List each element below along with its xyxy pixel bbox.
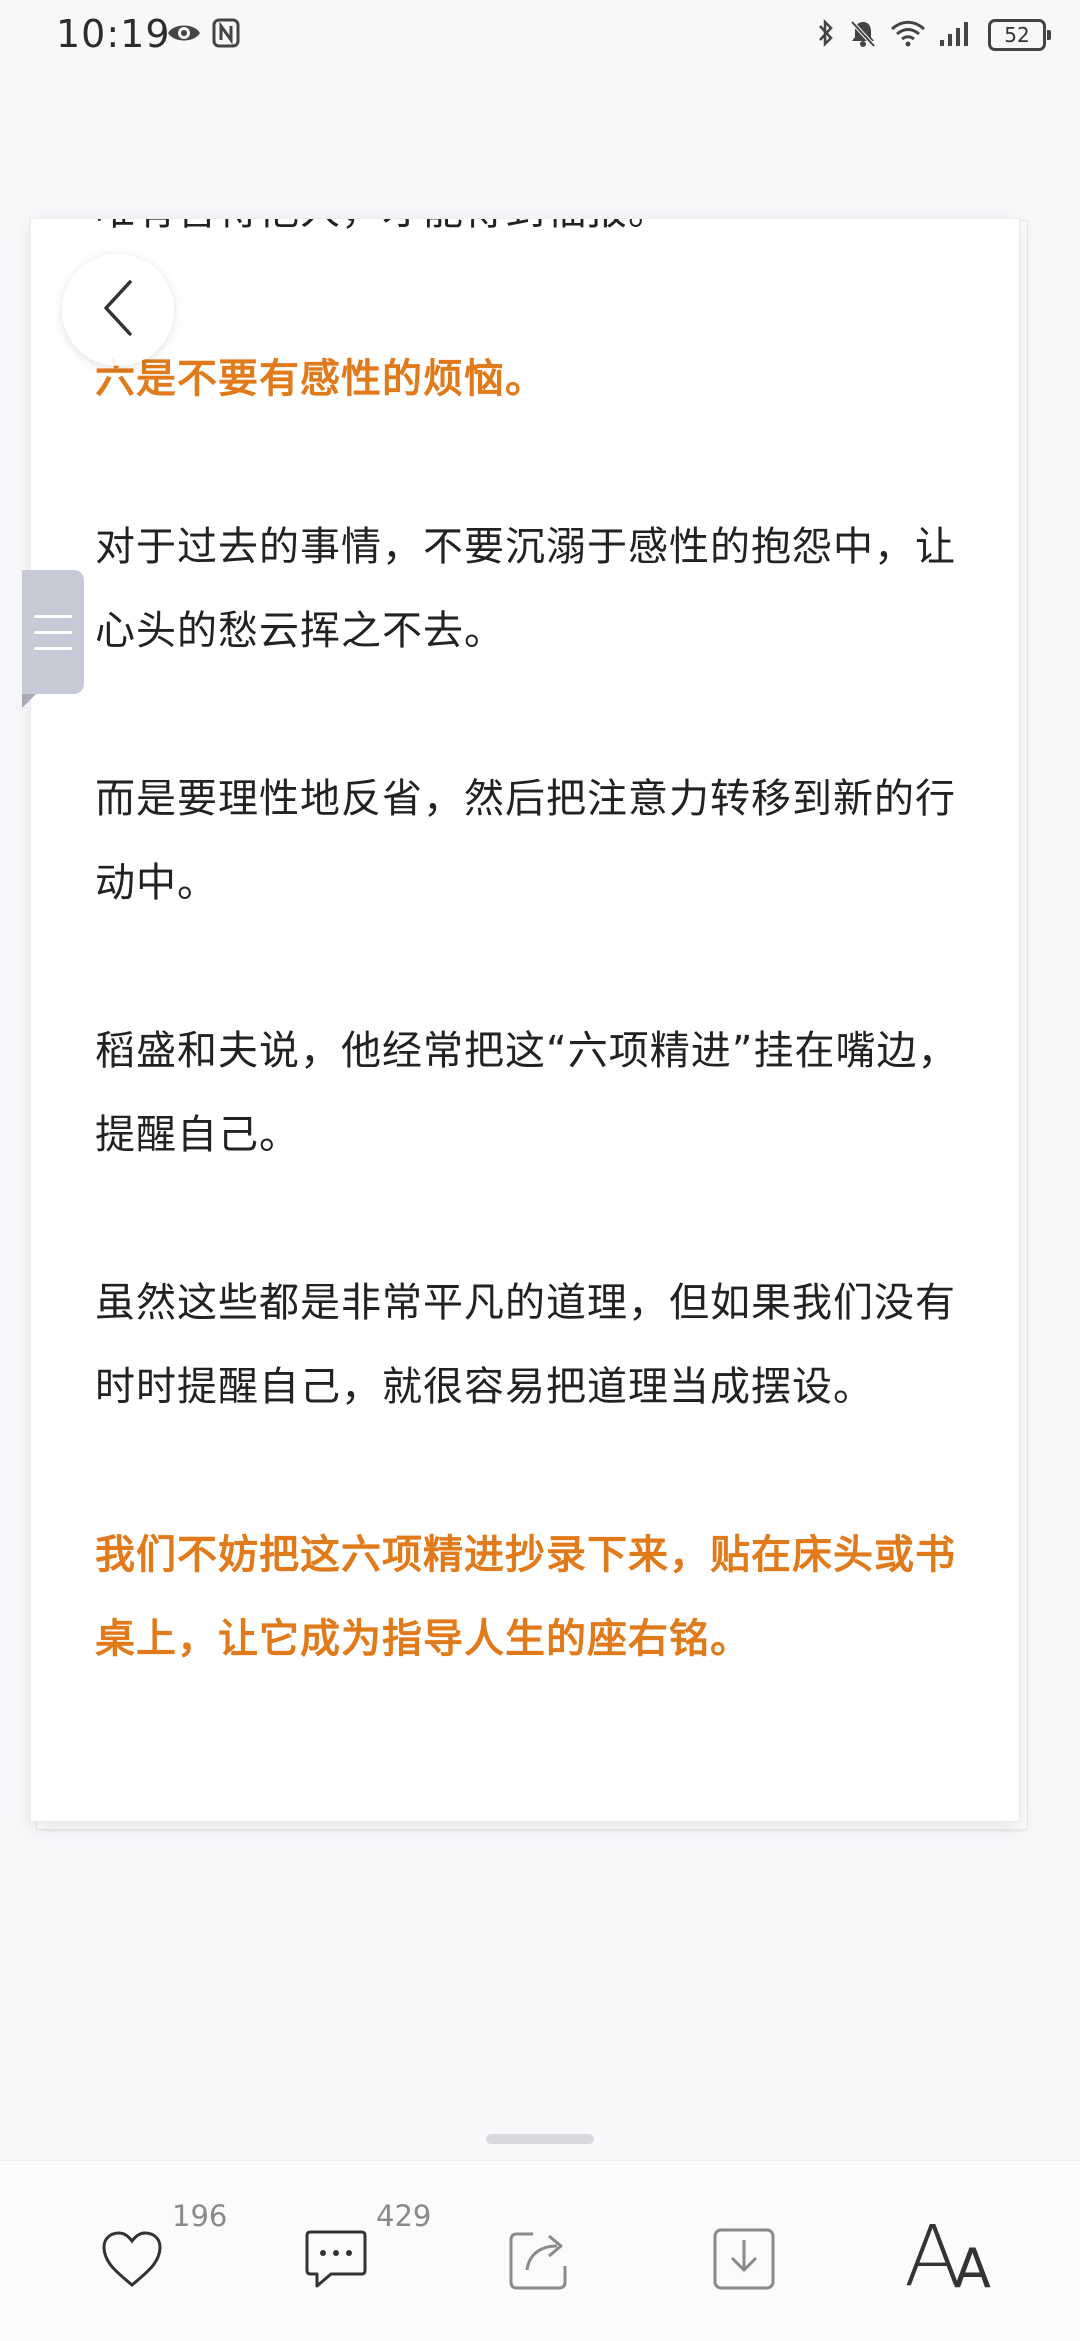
font-size-small-letter: A: [954, 2237, 991, 2300]
comment-button[interactable]: [296, 2221, 376, 2301]
side-menu-tab[interactable]: [22, 570, 84, 694]
heart-icon: [100, 2229, 164, 2293]
mute-bell-icon: [848, 18, 878, 52]
wifi-icon: [890, 19, 926, 51]
menu-line: [34, 630, 72, 634]
bottom-action-bar: 196 429 A A: [0, 2160, 1080, 2341]
eye-icon: [166, 19, 202, 51]
back-button[interactable]: [62, 254, 174, 366]
share-button[interactable]: [500, 2221, 580, 2301]
status-time: 10:19: [56, 12, 171, 56]
paragraph-4: 稻盛和夫说，他经常把这“六项精进”挂在嘴边，提醒自己。: [95, 1028, 959, 1158]
paragraph-3: 而是要理性地反省，然后把注意力转移到新的行动中。: [95, 776, 956, 906]
chevron-left-icon: [98, 278, 138, 342]
battery-indicator: 52: [988, 19, 1051, 51]
like-count: 196: [172, 2199, 228, 2233]
status-right-icons: 52: [816, 18, 1051, 52]
download-button[interactable]: [704, 2221, 784, 2301]
menu-line: [34, 646, 72, 650]
article-body: 唯有善待他人，才能得到福报。 六是不要有感性的烦恼。 对于过去的事情，不要沉溺于…: [95, 219, 975, 1765]
like-button[interactable]: [92, 2221, 172, 2301]
share-icon: [507, 2226, 573, 2296]
paragraph-5: 虽然这些都是非常平凡的道理，但如果我们没有时时提醒自己，就很容易把道理当成摆设。: [95, 1280, 956, 1410]
drag-handle[interactable]: [486, 2134, 594, 2144]
status-bar: 10:19 52: [0, 0, 1080, 76]
paragraph-highlight-1: 六是不要有感性的烦恼。: [95, 356, 546, 402]
download-icon: [711, 2226, 777, 2296]
menu-line: [34, 614, 72, 618]
article-page[interactable]: 唯有善待他人，才能得到福报。 六是不要有感性的烦恼。 对于过去的事情，不要沉溺于…: [30, 218, 1020, 1822]
comment-icon: [303, 2228, 369, 2294]
paragraph-highlight-6: 我们不妨把这六项精进抄录下来，贴在床头或书桌上，让它成为指导人生的座右铭。: [95, 1532, 956, 1662]
paragraph-2: 对于过去的事情，不要沉溺于感性的抱怨中，让心头的愁云挥之不去。: [95, 524, 956, 654]
signal-4g-icon: [938, 18, 976, 52]
status-left-icons: [166, 18, 240, 52]
font-size-large-letter: A: [904, 2207, 962, 2305]
bluetooth-icon: [816, 18, 836, 52]
font-size-button[interactable]: A A: [904, 2207, 1000, 2307]
comment-count: 429: [376, 2199, 432, 2233]
partial-paragraph: 唯有善待他人，才能得到福报。: [95, 219, 975, 253]
nfc-icon: [212, 18, 240, 52]
